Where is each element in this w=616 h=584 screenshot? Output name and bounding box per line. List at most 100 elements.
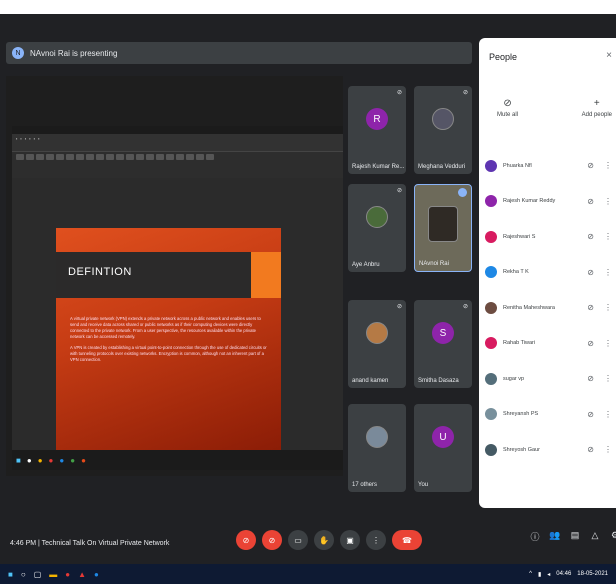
volume-icon[interactable]: ◂ bbox=[547, 571, 550, 578]
taskbar-app-icon: ● bbox=[37, 455, 43, 465]
participant-tile[interactable]: ⊘ Meghana Vedduri bbox=[414, 86, 472, 174]
others-tile[interactable]: 17 others bbox=[348, 404, 406, 492]
pdf-icon[interactable]: ▲ bbox=[78, 570, 86, 579]
avatar bbox=[485, 266, 497, 279]
participant-name: Meghana Vedduri bbox=[418, 164, 466, 170]
more-options-icon[interactable]: ⋮ bbox=[604, 374, 612, 383]
participant-tile[interactable]: ⊘ S Smitha Dasaza bbox=[414, 300, 472, 388]
presenter-banner: N NAvnoi Rai is presenting bbox=[6, 42, 472, 64]
list-item[interactable]: Rajeshwari S ⊘ ⋮ bbox=[483, 219, 616, 255]
system-tray: ^ ▮ ◂ 04:46 18-05-2021 bbox=[529, 571, 608, 578]
avatar bbox=[432, 108, 454, 131]
settings-icon[interactable]: ⚙ bbox=[608, 530, 616, 543]
mic-off-icon: ⊘ bbox=[462, 304, 468, 310]
avatar bbox=[485, 230, 497, 243]
ppt-tool-icon bbox=[136, 154, 144, 160]
task-view-icon[interactable]: ▢ bbox=[34, 570, 42, 579]
list-item[interactable]: Rahab Tiwari ⊘ ⋮ bbox=[483, 326, 616, 362]
avatar bbox=[485, 195, 497, 208]
ppt-ribbon-tab: ▪ bbox=[33, 136, 36, 141]
captions-button[interactable]: ▭ bbox=[288, 530, 308, 550]
people-icon[interactable]: 👥 bbox=[548, 530, 562, 543]
more-options-button[interactable]: ⋮ bbox=[366, 530, 386, 550]
more-options-icon[interactable]: ⋮ bbox=[604, 410, 612, 419]
more-options-icon[interactable]: ⋮ bbox=[604, 339, 612, 348]
list-item[interactable]: Rekha T K ⊘ ⋮ bbox=[483, 255, 616, 291]
avatar: R bbox=[366, 108, 388, 131]
participant-name: anand kamen bbox=[352, 378, 389, 384]
camera-toggle-button[interactable]: ⊘ bbox=[262, 530, 282, 550]
mic-off-icon: ⊘ bbox=[587, 445, 594, 455]
list-item[interactable]: Phuarka Nfl ⊘ ⋮ bbox=[483, 148, 616, 184]
start-icon[interactable]: ■ bbox=[8, 570, 13, 579]
close-icon[interactable]: × bbox=[606, 50, 612, 61]
tray-icon[interactable]: ^ bbox=[529, 571, 532, 577]
file-explorer-icon[interactable]: ▬ bbox=[49, 570, 57, 579]
leave-call-button[interactable]: ☎ bbox=[392, 530, 422, 550]
participant-name: Rekha T K bbox=[503, 269, 529, 276]
participant-name: Phuarka Nfl bbox=[503, 162, 532, 169]
list-item[interactable]: Rajesh Kumar Reddy ⊘ ⋮ bbox=[483, 184, 616, 220]
participant-name: NAvnoi Rai bbox=[419, 261, 449, 267]
participant-tile[interactable]: NAvnoi Rai bbox=[414, 184, 472, 272]
app-icon[interactable]: ● bbox=[94, 570, 99, 579]
ppt-tool-icon bbox=[16, 154, 24, 160]
participant-tiles: ⊘ R Rajesh Kumar Re... ⊘ Meghana Vedduri… bbox=[348, 86, 472, 492]
list-item[interactable]: Shreyansh PS ⊘ ⋮ bbox=[483, 397, 616, 433]
chat-icon[interactable]: ▤ bbox=[568, 530, 582, 543]
people-title: People bbox=[489, 52, 518, 62]
participant-tile[interactable]: ⊘ R Rajesh Kumar Re... bbox=[348, 86, 406, 174]
people-actions: ⊘ Mute all + Add people bbox=[497, 98, 612, 118]
slide-paragraph: A VPN is created by establishing a virtu… bbox=[70, 345, 267, 362]
participant-tile[interactable]: ⊘ Aye Anbru bbox=[348, 184, 406, 272]
search-icon[interactable]: ○ bbox=[21, 570, 26, 579]
ppt-tool-icon bbox=[206, 154, 214, 160]
presentation-area: ▪ ▪ ▪ ▪ ▪ ▪ DEFINTION A virtual private … bbox=[6, 76, 343, 476]
ppt-tool-icon bbox=[116, 154, 124, 160]
mic-off-icon: ⊘ bbox=[587, 267, 594, 277]
ppt-tool-icon bbox=[146, 154, 154, 160]
speaking-icon bbox=[458, 188, 467, 197]
avatar bbox=[485, 301, 497, 314]
activities-icon[interactable]: △ bbox=[588, 530, 602, 543]
list-item[interactable]: sugar vp ⊘ ⋮ bbox=[483, 361, 616, 397]
taskbar-app-icon: ● bbox=[70, 455, 76, 465]
mic-off-icon: ⊘ bbox=[587, 161, 594, 171]
ppt-tool-icon bbox=[186, 154, 194, 160]
list-item[interactable]: Renitha Maheshwara ⊘ ⋮ bbox=[483, 290, 616, 326]
taskbar-app-icon: ● bbox=[81, 455, 86, 465]
add-people-button[interactable]: + Add people bbox=[582, 98, 612, 118]
more-options-icon[interactable]: ⋮ bbox=[604, 268, 612, 277]
mic-off-icon: ⊘ bbox=[396, 90, 402, 96]
wifi-icon[interactable]: ▮ bbox=[538, 571, 541, 578]
ppt-tool-icon bbox=[196, 154, 204, 160]
meet-window: N NAvnoi Rai is presenting ▪ ▪ ▪ ▪ ▪ ▪ D… bbox=[0, 14, 616, 564]
ppt-tool-icon bbox=[66, 154, 74, 160]
mic-off-icon: ⊘ bbox=[462, 90, 468, 96]
avatar bbox=[366, 206, 388, 229]
mic-toggle-button[interactable]: ⊘ bbox=[236, 530, 256, 550]
mic-off-icon: ⊘ bbox=[503, 98, 512, 109]
clock[interactable]: 04:46 bbox=[556, 571, 571, 577]
slide-body: A virtual private network (VPN) extends … bbox=[70, 316, 270, 368]
more-options-icon[interactable]: ⋮ bbox=[604, 445, 612, 454]
participant-tile[interactable]: ⊘ anand kamen bbox=[348, 300, 406, 388]
raise-hand-button[interactable]: ✋ bbox=[314, 530, 334, 550]
windows-taskbar-shared: ■ ● ● ● ● ● ● bbox=[12, 450, 343, 470]
mute-all-button[interactable]: ⊘ Mute all bbox=[497, 98, 518, 118]
app-icon[interactable]: ● bbox=[65, 570, 70, 579]
list-item[interactable]: Shreyosh Gaur ⊘ ⋮ bbox=[483, 432, 616, 468]
more-options-icon[interactable]: ⋮ bbox=[604, 303, 612, 312]
present-button[interactable]: ▣ bbox=[340, 530, 360, 550]
participant-name: Rahab Tiwari bbox=[503, 340, 536, 347]
more-options-icon[interactable]: ⋮ bbox=[604, 197, 612, 206]
date[interactable]: 18-05-2021 bbox=[577, 571, 608, 577]
windows-taskbar: ■ ○ ▢ ▬ ● ▲ ● ^ ▮ ◂ 04:46 18-05-2021 bbox=[0, 564, 616, 584]
more-options-icon[interactable]: ⋮ bbox=[604, 161, 612, 170]
more-options-icon[interactable]: ⋮ bbox=[604, 232, 612, 241]
ppt-tool-icon bbox=[56, 154, 64, 160]
participant-name: Smitha Dasaza bbox=[418, 378, 459, 384]
avatar: S bbox=[432, 322, 454, 345]
self-tile[interactable]: U You bbox=[414, 404, 472, 492]
info-icon[interactable]: ⓘ bbox=[528, 530, 542, 543]
